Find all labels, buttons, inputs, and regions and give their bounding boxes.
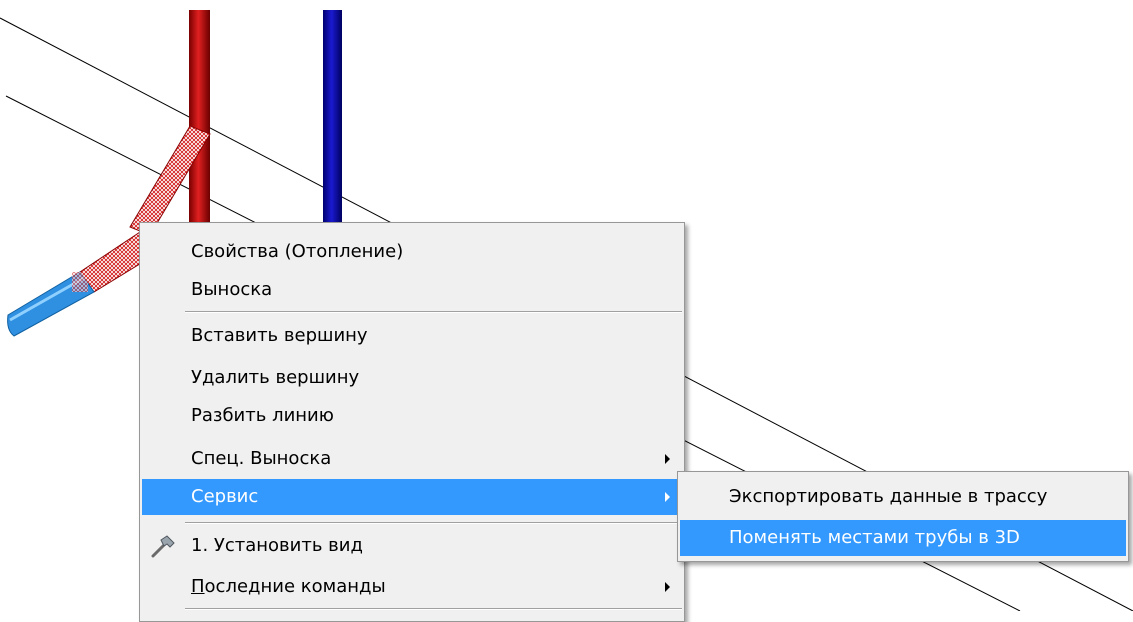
menu-item-service[interactable]: Сервис	[142, 479, 682, 515]
menu-separator	[185, 311, 682, 313]
menu-item-delete-vertex[interactable]: Удалить вершину	[142, 360, 682, 396]
menu-item-label: Удалить вершину	[191, 367, 360, 388]
menu-item-label: Свойства (Отопление)	[191, 241, 404, 262]
menu-item-insert-vertex[interactable]: Вставить вершину	[142, 318, 682, 354]
supply-pipe-vertical	[189, 10, 210, 240]
menu-item-callout[interactable]: Выноска	[142, 272, 682, 308]
menu-item-label: Экспортировать данные в трассу	[729, 486, 1048, 507]
menu-item-label: 1. Установить вид	[191, 535, 363, 556]
menu-item-label: Сервис	[191, 486, 259, 507]
menu-item-label: Вставить вершину	[191, 325, 368, 346]
return-pipe-vertical	[323, 10, 342, 240]
menu-item-properties[interactable]: Свойства (Отопление)	[142, 234, 682, 270]
pipe-joint	[72, 272, 88, 292]
menu-item-label-rest: оследние команды	[204, 576, 386, 597]
menu-item-label: Спец. Выноска	[191, 448, 332, 469]
accelerator-key: П	[191, 576, 205, 597]
context-menu: Свойства (Отопление) Выноска Вставить ве…	[139, 222, 685, 622]
menu-item-recent-commands[interactable]: Последние команды	[142, 569, 682, 605]
chevron-right-icon	[665, 582, 670, 592]
menu-item-set-view[interactable]: 1. Установить вид	[142, 528, 682, 564]
menu-item-label: Последние команды	[191, 569, 386, 605]
menu-separator	[185, 608, 682, 610]
menu-item-label: Поменять местами трубы в 3D	[729, 527, 1020, 548]
chevron-right-icon	[665, 492, 670, 502]
menu-item-export-to-route[interactable]: Экспортировать данные в трассу	[680, 479, 1126, 515]
menu-item-swap-pipes-3d[interactable]: Поменять местами трубы в 3D	[680, 520, 1126, 556]
menu-item-label: Выноска	[191, 279, 273, 300]
menu-item-label: Разбить линию	[191, 405, 334, 426]
menu-item-split-line[interactable]: Разбить линию	[142, 398, 682, 434]
menu-separator	[185, 522, 682, 524]
service-submenu: Экспортировать данные в трассу Поменять …	[677, 471, 1129, 562]
chevron-right-icon	[665, 454, 670, 464]
menu-item-special-callout[interactable]: Спец. Выноска	[142, 441, 682, 477]
hammer-icon	[151, 535, 175, 558]
